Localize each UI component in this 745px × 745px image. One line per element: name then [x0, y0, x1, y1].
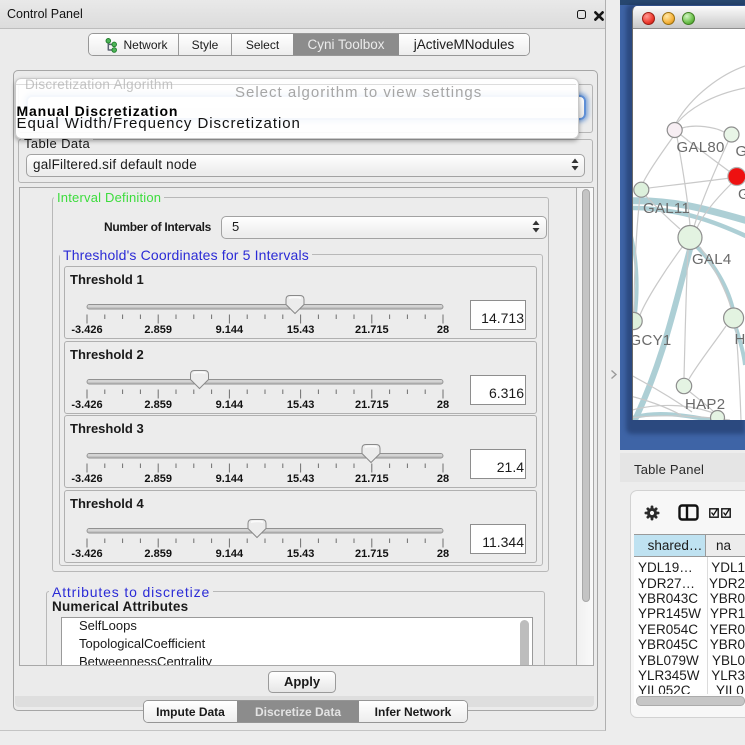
svg-text:HAP2: HAP2 [685, 396, 725, 413]
svg-text:2.859: 2.859 [144, 473, 172, 485]
svg-text:15.43: 15.43 [287, 324, 315, 336]
svg-text:-3.426: -3.426 [71, 324, 102, 336]
svg-text:15.43: 15.43 [287, 399, 315, 411]
svg-text:15.43: 15.43 [287, 548, 315, 560]
svg-text:28: 28 [437, 473, 449, 485]
svg-text:2.859: 2.859 [144, 399, 172, 411]
svg-text:GAL4: GAL4 [692, 251, 732, 268]
svg-text:28: 28 [437, 548, 449, 560]
svg-text:28: 28 [437, 399, 449, 411]
svg-text:21.715: 21.715 [355, 324, 389, 336]
svg-text:GAL80: GAL80 [677, 139, 725, 156]
svg-text:9.144: 9.144 [216, 324, 244, 336]
svg-text:-3.426: -3.426 [71, 473, 102, 485]
svg-text:GAL11: GAL11 [643, 200, 690, 217]
svg-text:-3.426: -3.426 [71, 399, 102, 411]
svg-text:GAL: GAL [736, 143, 745, 160]
svg-text:GCY1: GCY1 [633, 332, 672, 349]
svg-text:2.859: 2.859 [144, 548, 172, 560]
svg-text:15.43: 15.43 [287, 473, 315, 485]
svg-text:9.144: 9.144 [216, 399, 244, 411]
svg-text:HI: HI [735, 331, 745, 348]
svg-text:9.144: 9.144 [216, 548, 244, 560]
svg-text:-3.426: -3.426 [71, 548, 102, 560]
svg-text:2.859: 2.859 [144, 324, 172, 336]
svg-text:9.144: 9.144 [216, 473, 244, 485]
svg-text:21.715: 21.715 [355, 399, 389, 411]
svg-text:21.715: 21.715 [355, 548, 389, 560]
svg-text:21.715: 21.715 [355, 473, 389, 485]
svg-text:GC: GC [738, 186, 745, 203]
svg-text:28: 28 [437, 324, 449, 336]
